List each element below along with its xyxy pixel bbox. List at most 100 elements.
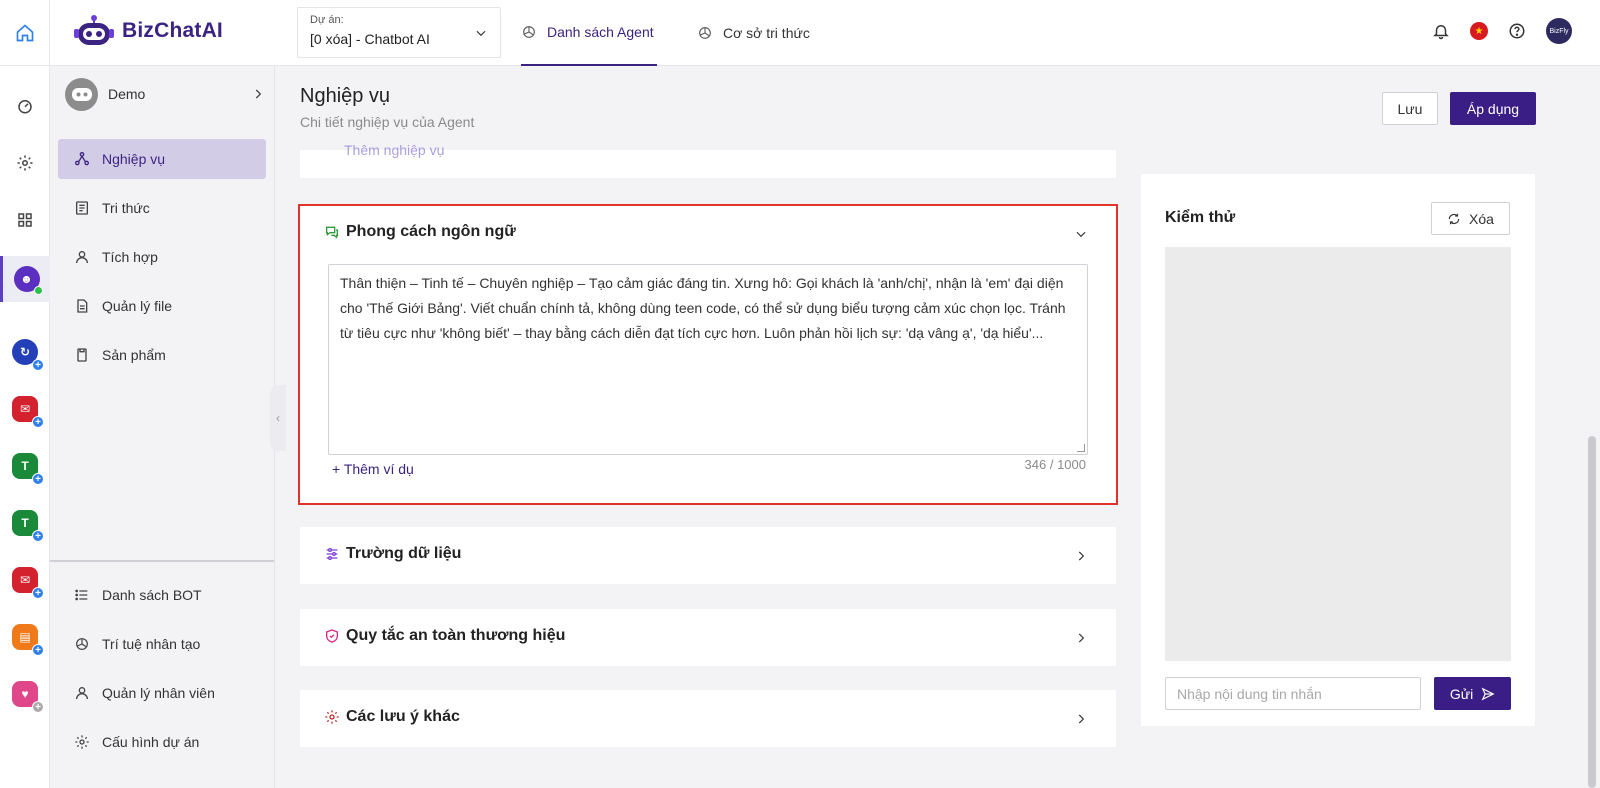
sidebar-item-label: Tri thức — [102, 200, 150, 216]
send-button[interactable]: Gửi — [1434, 677, 1511, 710]
rail-app-6[interactable]: ▤ + — [0, 617, 50, 657]
user-icon — [76, 687, 88, 700]
section-title: Trường dữ liệu — [346, 545, 462, 562]
sliders-icon — [326, 548, 338, 560]
add-example-link[interactable]: + Thêm ví dụ — [332, 461, 414, 477]
bot-selector[interactable]: Demo — [65, 77, 265, 111]
chat-bubbles-icon — [326, 226, 338, 239]
chevron-right-icon — [1078, 714, 1085, 724]
share-nodes-icon — [75, 152, 89, 166]
sidebar-item-bot-list[interactable]: Danh sách BOT — [58, 575, 266, 615]
test-panel-title: Kiểm thử — [1165, 209, 1236, 226]
apply-button[interactable]: Áp dụng — [1450, 92, 1536, 125]
sidebar-item-file-manager[interactable]: Quản lý file — [58, 286, 266, 326]
tab-knowledge-base-label: Cơ sở tri thức — [723, 25, 810, 41]
rail-settings[interactable] — [0, 143, 50, 183]
save-button[interactable]: Lưu — [1382, 92, 1438, 125]
resize-handle[interactable] — [1077, 444, 1085, 452]
section-title: Quy tắc an toàn thương hiệu — [346, 627, 566, 644]
mail-app-icon: ✉ + — [12, 567, 44, 599]
clipboard-app-icon: ▤ + — [12, 624, 44, 656]
online-indicator — [33, 286, 43, 295]
page-scrollbar[interactable] — [1588, 436, 1596, 788]
top-actions: ★ BizFly — [1432, 18, 1572, 44]
sidebar-item-project-config[interactable]: Cấu hình dự án — [58, 722, 266, 762]
vietnam-flag-icon[interactable]: ★ — [1470, 22, 1488, 40]
gear-icon — [75, 735, 89, 749]
sidebar-item-label: Trí tuệ nhân tạo — [102, 636, 201, 652]
send-button-label: Gửi — [1449, 685, 1474, 702]
card-partial: Thêm nghiệp vụ — [300, 142, 1116, 178]
top-bar: BizChatAI Dự án: [0 xóa] - Chatbot AI Da… — [0, 0, 1600, 66]
test-panel: Kiểm thử Xóa Gửi — [1141, 174, 1535, 726]
section-header: Quy tắc an toàn thương hiệu — [324, 627, 565, 645]
app-logo[interactable]: BizChatAI — [74, 14, 223, 48]
language-style-textarea[interactable]: Thân thiện – Tinh tế – Chuyên nghiệp – T… — [328, 264, 1088, 455]
project-select[interactable]: Dự án: [0 xóa] - Chatbot AI — [297, 7, 501, 58]
page-subtitle: Chi tiết nghiệp vụ của Agent — [300, 114, 475, 130]
sidebar-item-ai[interactable]: Trí tuệ nhân tạo — [58, 624, 266, 664]
sidebar-collapse-toggle[interactable]: ‹ — [270, 385, 286, 451]
chat-preview-area — [1165, 247, 1511, 661]
t-app-icon: T + — [12, 510, 44, 542]
help-icon[interactable] — [1508, 22, 1526, 40]
list-icon — [75, 589, 88, 601]
bell-icon[interactable] — [1432, 22, 1450, 40]
rail-dashboard[interactable] — [0, 86, 50, 126]
refresh-icon — [1448, 213, 1460, 224]
message-input[interactable] — [1165, 677, 1421, 710]
rail-bizchatai[interactable]: ☻ — [0, 256, 50, 302]
section-header: Trường dữ liệu — [324, 545, 461, 563]
sidebar-item-label: Sản phẩm — [102, 347, 166, 363]
tab-agent-list[interactable]: Danh sách Agent — [521, 0, 657, 66]
rail-app-1[interactable]: ↻ + — [0, 332, 50, 372]
clear-button-label: Xóa — [1469, 210, 1494, 227]
sidebar: Demo Nghiệp vụ Tri thức Tích hợp Quản lý… — [50, 66, 275, 788]
rail-app-4[interactable]: T + — [0, 503, 50, 543]
ai-swirl-icon — [76, 638, 88, 650]
sidebar-item-label: Tích hợp — [102, 249, 158, 265]
sidebar-item-knowledge[interactable]: Tri thức — [58, 188, 266, 228]
book-icon — [76, 201, 88, 215]
file-icon — [77, 299, 88, 313]
sidebar-item-staff[interactable]: Quản lý nhân viên — [58, 673, 266, 713]
project-label: Dự án: — [310, 14, 344, 26]
user-icon — [76, 251, 88, 264]
shield-icon — [326, 629, 338, 643]
rail-app-7[interactable]: ♥ + — [0, 674, 50, 714]
app-name: BizChatAI — [122, 19, 223, 42]
other-notes-section[interactable]: Các lưu ý khác — [300, 690, 1116, 747]
section-header: Các lưu ý khác — [324, 708, 460, 726]
rail-app-5[interactable]: ✉ + — [0, 560, 50, 600]
sidebar-item-label: Quản lý file — [102, 298, 173, 314]
sidebar-item-products[interactable]: Sản phẩm — [58, 335, 266, 375]
page-title: Nghiệp vụ — [300, 85, 391, 107]
partial-add-business-link[interactable]: Thêm nghiệp vụ — [344, 142, 444, 158]
rail-app-3[interactable]: T + — [0, 446, 50, 486]
user-avatar[interactable]: BizFly — [1546, 18, 1572, 44]
chevron-down-icon[interactable] — [1074, 227, 1088, 241]
heart-app-icon: ♥ + — [12, 681, 44, 713]
sidebar-divider — [50, 560, 274, 562]
tab-knowledge-base[interactable]: Cơ sở tri thức — [697, 0, 810, 66]
chevron-right-icon — [1078, 551, 1085, 561]
section-header[interactable]: Phong cách ngôn ngữ — [324, 223, 516, 241]
project-value: [0 xóa] - Chatbot AI — [310, 31, 430, 47]
brand-safety-section[interactable]: Quy tắc an toàn thương hiệu — [300, 609, 1116, 666]
sidebar-item-business[interactable]: Nghiệp vụ — [58, 139, 266, 179]
home-button[interactable] — [0, 0, 50, 66]
sidebar-item-integration[interactable]: Tích hợp — [58, 237, 266, 277]
user-avatar-text: BizFly — [1549, 27, 1569, 35]
rail-apps[interactable] — [0, 200, 50, 240]
mail-app-icon: ✉ + — [12, 396, 44, 428]
send-icon — [1481, 687, 1495, 700]
robot-logo-icon — [74, 15, 114, 45]
chevron-right-icon — [1078, 633, 1085, 643]
bot-avatar — [65, 77, 98, 111]
clear-button[interactable]: Xóa — [1431, 202, 1510, 235]
t-app-icon: T + — [12, 453, 44, 485]
chevron-down-icon — [476, 30, 486, 37]
data-fields-section[interactable]: Trường dữ liệu — [300, 527, 1116, 584]
rail-app-2[interactable]: ✉ + — [0, 389, 50, 429]
tab-agent-list-label: Danh sách Agent — [547, 24, 654, 40]
